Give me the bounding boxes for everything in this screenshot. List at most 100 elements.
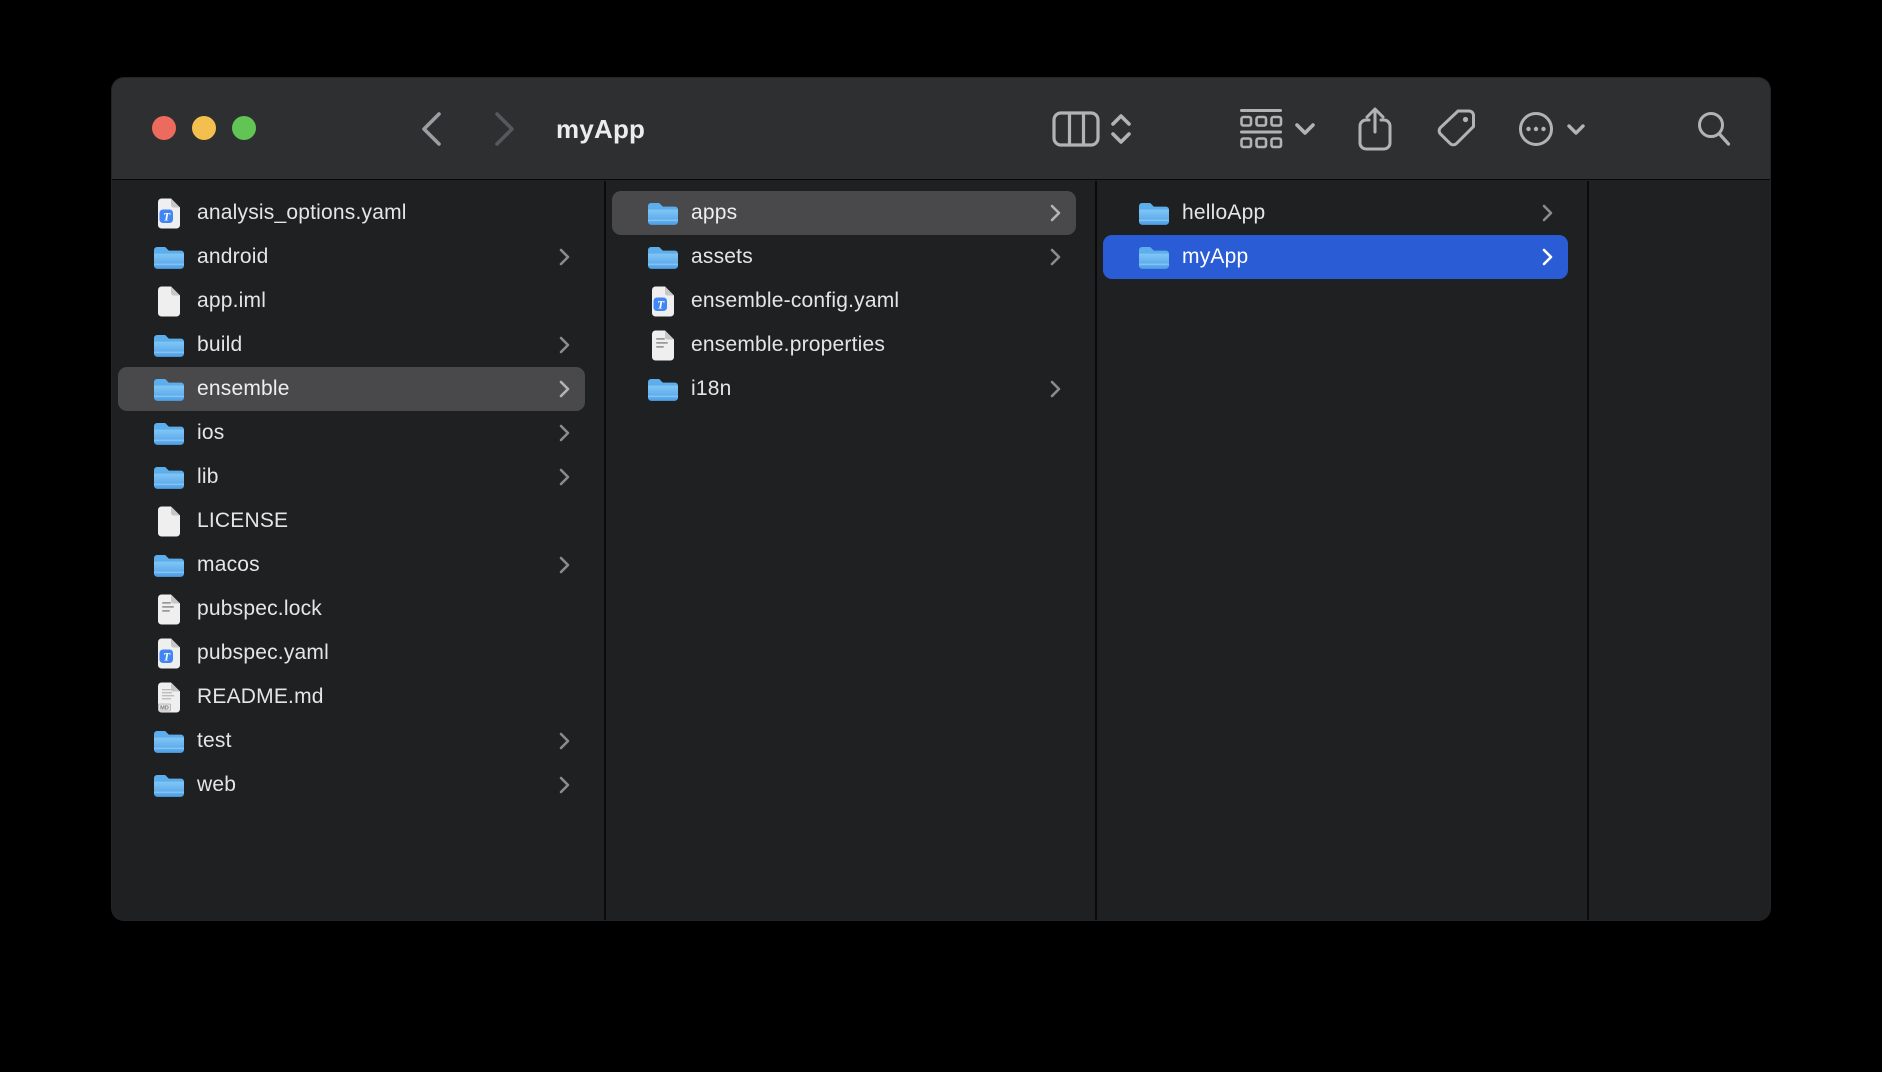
chevron-right-icon	[1049, 203, 1062, 223]
document-icon	[152, 284, 186, 318]
list-item[interactable]: test	[118, 719, 585, 763]
item-label: assets	[691, 245, 753, 269]
column-browser: T analysis_options.yaml android app.iml …	[112, 181, 1770, 920]
list-item[interactable]: helloApp	[1103, 191, 1568, 235]
list-item[interactable]: ensemble.properties	[612, 323, 1076, 367]
item-label: ensemble	[197, 377, 290, 401]
back-button[interactable]	[408, 106, 454, 152]
item-label: ios	[197, 421, 224, 445]
chevron-right-icon	[558, 335, 571, 355]
share-icon	[1356, 106, 1394, 152]
document-icon	[152, 592, 186, 626]
chevron-left-icon	[418, 109, 444, 149]
list-item[interactable]: apps	[612, 191, 1076, 235]
tag-icon	[1434, 107, 1478, 151]
document-icon: T	[152, 636, 186, 670]
svg-text:T: T	[657, 299, 665, 311]
list-item[interactable]: build	[118, 323, 585, 367]
view-mode-button[interactable]	[1052, 106, 1132, 152]
browser-column-2[interactable]: apps assets T ensemble-config.yaml ensem…	[606, 181, 1095, 920]
traffic-lights	[152, 116, 256, 140]
share-button[interactable]	[1356, 106, 1394, 152]
folder-icon	[152, 724, 186, 758]
folder-icon	[1137, 240, 1171, 274]
more-actions-button[interactable]	[1516, 106, 1586, 152]
chevron-right-icon	[558, 775, 571, 795]
list-item[interactable]: MD README.md	[118, 675, 585, 719]
zoom-button[interactable]	[232, 116, 256, 140]
minimize-button[interactable]	[192, 116, 216, 140]
ellipsis-circle-icon	[1516, 109, 1556, 149]
chevron-right-icon	[558, 467, 571, 487]
item-label: pubspec.lock	[197, 597, 322, 621]
list-item[interactable]: T ensemble-config.yaml	[612, 279, 1076, 323]
list-item[interactable]: T analysis_options.yaml	[118, 191, 585, 235]
chevron-down-icon	[1294, 122, 1316, 136]
folder-icon	[646, 196, 680, 230]
list-item[interactable]: pubspec.lock	[118, 587, 585, 631]
item-label: apps	[691, 201, 737, 225]
item-label: macos	[197, 553, 260, 577]
list-item[interactable]: ensemble	[118, 367, 585, 411]
svg-text:T: T	[163, 651, 171, 663]
group-by-button[interactable]	[1238, 106, 1316, 152]
list-item[interactable]: ios	[118, 411, 585, 455]
folder-icon	[646, 240, 680, 274]
svg-text:MD: MD	[160, 705, 169, 711]
item-label: build	[197, 333, 242, 357]
browser-column-4[interactable]	[1589, 181, 1770, 920]
chevron-right-icon	[1049, 379, 1062, 399]
list-item[interactable]: android	[118, 235, 585, 279]
document-icon	[152, 504, 186, 538]
chevron-right-icon	[558, 555, 571, 575]
item-label: lib	[197, 465, 219, 489]
titlebar: myApp	[112, 78, 1770, 180]
folder-icon	[152, 240, 186, 274]
item-label: web	[197, 773, 236, 797]
folder-icon	[646, 372, 680, 406]
chevron-right-icon	[558, 423, 571, 443]
tag-button[interactable]	[1434, 106, 1478, 152]
folder-icon	[152, 548, 186, 582]
document-icon: T	[152, 196, 186, 230]
search-icon	[1694, 109, 1734, 149]
item-label: ensemble-config.yaml	[691, 289, 899, 313]
item-label: app.iml	[197, 289, 266, 313]
list-item[interactable]: web	[118, 763, 585, 807]
chevron-right-icon	[1049, 247, 1062, 267]
item-label: ensemble.properties	[691, 333, 885, 357]
list-item[interactable]: macos	[118, 543, 585, 587]
list-item[interactable]: assets	[612, 235, 1076, 279]
document-icon	[646, 328, 680, 362]
chevron-right-icon	[492, 109, 518, 149]
close-button[interactable]	[152, 116, 176, 140]
list-item[interactable]: LICENSE	[118, 499, 585, 543]
item-label: LICENSE	[197, 509, 288, 533]
item-label: README.md	[197, 685, 324, 709]
folder-icon	[152, 328, 186, 362]
list-item[interactable]: T pubspec.yaml	[118, 631, 585, 675]
folder-icon	[1137, 196, 1171, 230]
item-label: i18n	[691, 377, 732, 401]
finder-window: myApp	[112, 78, 1770, 920]
folder-icon	[152, 416, 186, 450]
list-item[interactable]: app.iml	[118, 279, 585, 323]
folder-icon	[152, 460, 186, 494]
document-icon: MD	[152, 680, 186, 714]
chevron-right-icon	[558, 247, 571, 267]
chevron-down-icon	[1566, 123, 1586, 136]
browser-column-1[interactable]: T analysis_options.yaml android app.iml …	[112, 181, 604, 920]
list-item[interactable]: i18n	[612, 367, 1076, 411]
forward-button[interactable]	[482, 106, 528, 152]
window-title: myApp	[556, 78, 645, 180]
item-label: analysis_options.yaml	[197, 201, 407, 225]
list-item[interactable]: myApp	[1103, 235, 1568, 279]
item-label: myApp	[1182, 245, 1248, 269]
item-label: test	[197, 729, 232, 753]
list-item[interactable]: lib	[118, 455, 585, 499]
search-button[interactable]	[1694, 106, 1734, 152]
chevron-right-icon	[1541, 247, 1554, 267]
item-label: helloApp	[1182, 201, 1265, 225]
chevron-right-icon	[1541, 203, 1554, 223]
browser-column-3[interactable]: helloApp myApp	[1097, 181, 1587, 920]
